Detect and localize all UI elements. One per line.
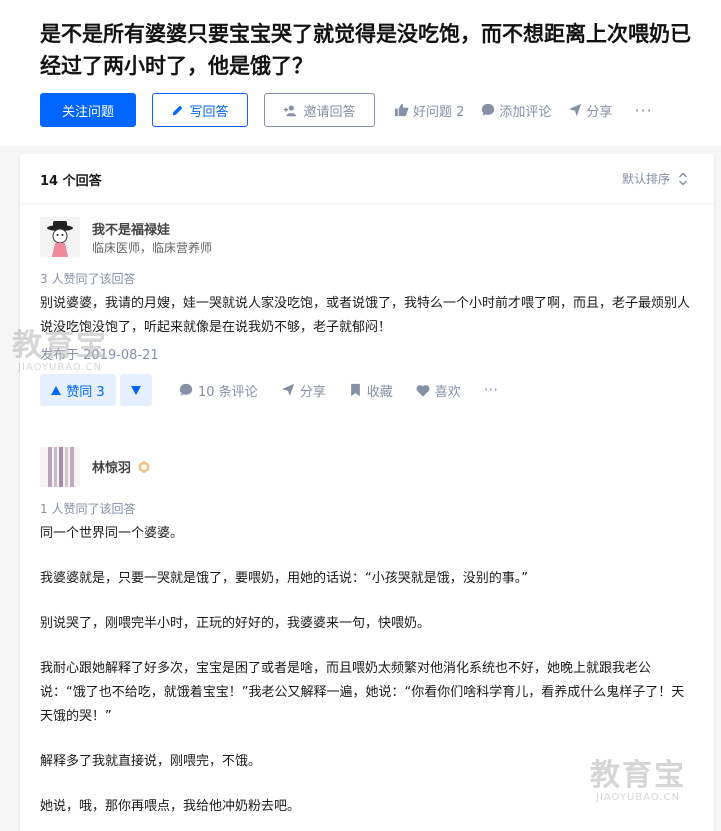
bookmark-icon [350,383,360,397]
answer-paragraph: 我婆婆就是，只要一哭就是饿了，要喂奶，用她的话说：“小孩哭就是饿，没别的事。” [40,571,528,586]
vote-up-label: 赞同 3 [66,384,105,400]
like-label: 喜欢 [434,384,461,400]
sort-dropdown[interactable]: 默认排序 [622,170,688,187]
question-actions: 关注问题 写回答 邀请回答 好问题 2 添加评论 分享 ··· [40,93,653,127]
answer-count: 14 个回答 [40,174,102,189]
follow-question-button[interactable]: 关注问题 [40,93,136,127]
answer-item: 我不是福禄娃 临床医师，临床营养师 3 人赞同了该回答 别说婆婆，我请的月嫂，娃… [40,217,696,407]
comments-label: 10 条评论 [198,384,258,400]
pencil-icon [171,104,184,117]
answers-card: 14 个回答 默认排序 我不是福禄娃 临床医师，临床营养师 3 人赞同了该回答 … [20,154,714,831]
sort-switch-icon [678,171,688,186]
comment-icon [482,103,495,116]
answer-author: 我不是福禄娃 临床医师，临床营养师 [40,217,696,261]
share-icon [569,103,582,117]
question-header: 是不是所有婆婆只要宝宝哭了就觉得是没吃饱，而不想距离上次喂奶已经过了两小时了，他… [0,0,721,146]
write-answer-button[interactable]: 写回答 [152,93,248,127]
write-label: 写回答 [189,104,229,120]
triangle-up-icon [51,385,62,395]
add-comment-label: 添加评论 [499,104,552,120]
comments-button[interactable]: 10 条评论 [179,381,258,400]
answer-action-bar: 赞同 3 10 条评论 分享 收藏 喜欢 ··· [40,373,696,407]
badge-icon [137,460,151,474]
share-question-button[interactable]: 分享 [568,101,612,120]
good-question-label: 好问题 2 [413,104,465,120]
vote-count-text: 3 人赞同了该回答 [40,272,136,286]
question-title: 是不是所有婆婆只要宝宝哭了就觉得是没吃饱，而不想距离上次喂奶已经过了两小时了，他… [40,22,691,78]
answer-author: 林惊羽 [40,447,696,491]
share-label: 分享 [586,104,613,120]
invite-answer-button[interactable]: 邀请回答 [264,93,375,127]
answer-paragraph: 我耐心跟她解释了好多次，宝宝是困了或者是啥，而且喂奶太频繁对他消化系统也不好，她… [40,661,685,724]
answers-list-header: 14 个回答 默认排序 [20,154,714,204]
answer-content: 同一个世界同一个婆婆。 我婆婆就是，只要一哭就是饿了，要喂奶，用她的话说：“小孩… [40,522,696,819]
collect-label: 收藏 [366,384,393,400]
author-headline: 临床医师，临床营养师 [92,241,213,255]
add-comment-button[interactable]: 添加评论 [481,101,551,120]
answer-paragraph: 别说婆婆，我请的月嫂，娃一哭就说人家没吃饱，或者说饿了，我特么一个小时前才喂了啊… [40,296,691,335]
good-question-button[interactable]: 好问题 2 [394,101,464,120]
like-button[interactable]: 喜欢 [416,381,461,400]
sort-label: 默认排序 [621,172,670,186]
follow-label: 关注问题 [61,104,114,120]
answer-paragraph: 别说哭了，刚喂完半小时，正玩的好好的，我婆婆来一句，快喂奶。 [40,616,431,631]
heart-icon [416,384,430,397]
share-answer-label: 分享 [299,384,326,400]
author-name[interactable]: 林惊羽 [92,457,151,476]
triangle-down-icon [131,385,141,395]
thumbs-up-icon [394,103,409,117]
invite-label: 邀请回答 [303,104,356,120]
avatar[interactable] [40,217,80,257]
publish-date[interactable]: 发布于 2019-08-21 [40,344,696,363]
vote-count-text: 1 人赞同了该回答 [40,502,136,516]
add-user-icon [283,104,298,117]
answer-content: 别说婆婆，我请的月嫂，娃一哭就说人家没吃饱，或者说饿了，我特么一个小时前才喂了啊… [40,292,696,340]
answer-paragraph: 解释多了我就直接说，刚喂完，不饿。 [40,754,262,769]
answer-paragraph: 同一个世界同一个婆婆。 [40,526,184,541]
answer-item: 林惊羽 1 人赞同了该回答 同一个世界同一个婆婆。 我婆婆就是，只要一哭就是饿了… [40,447,696,819]
answer-paragraph: 她说，哦，那你再喂点，我给他冲奶粉去吧。 [40,799,301,814]
comment-icon [179,383,193,396]
avatar[interactable] [40,447,80,487]
more-options-icon[interactable]: ··· [484,381,498,399]
vote-up-button[interactable]: 赞同 3 [40,374,116,406]
author-name[interactable]: 我不是福禄娃 [92,219,170,238]
vote-down-button[interactable] [120,374,152,406]
share-answer-button[interactable]: 分享 [281,381,326,400]
more-options-icon[interactable]: ··· [634,101,652,120]
collect-button[interactable]: 收藏 [349,381,393,400]
share-icon [281,383,294,397]
